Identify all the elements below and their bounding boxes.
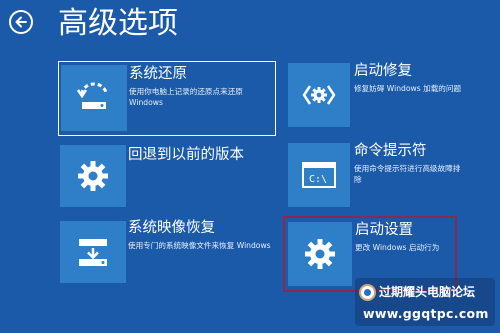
option-tile <box>288 222 352 286</box>
option-tile <box>288 63 350 127</box>
option-tile: C:\ <box>288 143 350 207</box>
option-tile <box>60 145 126 207</box>
option-description: 修复妨碍 Windows 加载的问题 <box>354 84 462 93</box>
command-prompt-icon: C:\ <box>302 162 336 188</box>
page-title: 高级选项 <box>58 6 178 41</box>
repair-icon <box>302 85 336 105</box>
back-arrow-icon <box>15 16 27 28</box>
option-system-restore[interactable]: 系统还原 使用你电脑上记录的还原点来还原 Windows <box>58 61 276 136</box>
option-name: 启动设置 <box>355 222 413 238</box>
option-go-back[interactable]: 回退到以前的版本 <box>58 142 276 212</box>
back-button[interactable] <box>9 10 33 34</box>
watermark-text: 过期耀头电脑论坛 <box>379 285 476 299</box>
option-description: 使用命令提示符进行高级故障排除 <box>354 164 461 184</box>
option-system-image[interactable]: 系统映像恢复 使用专门的系统映像文件来恢复 Windows <box>58 218 276 288</box>
option-command-prompt[interactable]: C:\ 命令提示符 使用命令提示符进行高级故障排除 <box>286 141 460 211</box>
watermark: 过期耀头电脑论坛 www.ggqtpc.com <box>355 278 495 326</box>
option-name: 系统映像恢复 <box>128 220 215 236</box>
option-name: 系统还原 <box>129 66 187 82</box>
forum-logo-icon <box>359 284 376 301</box>
option-name: 启动修复 <box>354 63 412 79</box>
svg-text:C:\: C:\ <box>309 174 327 185</box>
watermark-url: www.ggqtpc.com <box>363 306 489 321</box>
option-tile <box>60 221 126 283</box>
gear-icon <box>305 239 335 269</box>
image-recovery-icon <box>79 239 107 266</box>
option-description: 使用专门的系统映像文件来恢复 Windows <box>128 241 271 250</box>
option-name: 回退到以前的版本 <box>128 147 244 163</box>
gear-icon <box>78 161 108 191</box>
option-tile <box>61 65 127 131</box>
option-description: 使用你电脑上记录的还原点来还原 Windows <box>129 87 243 107</box>
option-name: 命令提示符 <box>354 143 427 159</box>
option-startup-repair[interactable]: 启动修复 修复妨碍 Windows 加载的问题 <box>286 61 461 131</box>
restore-icon <box>76 82 108 109</box>
option-description: 更改 Windows 启动行为 <box>355 243 440 252</box>
